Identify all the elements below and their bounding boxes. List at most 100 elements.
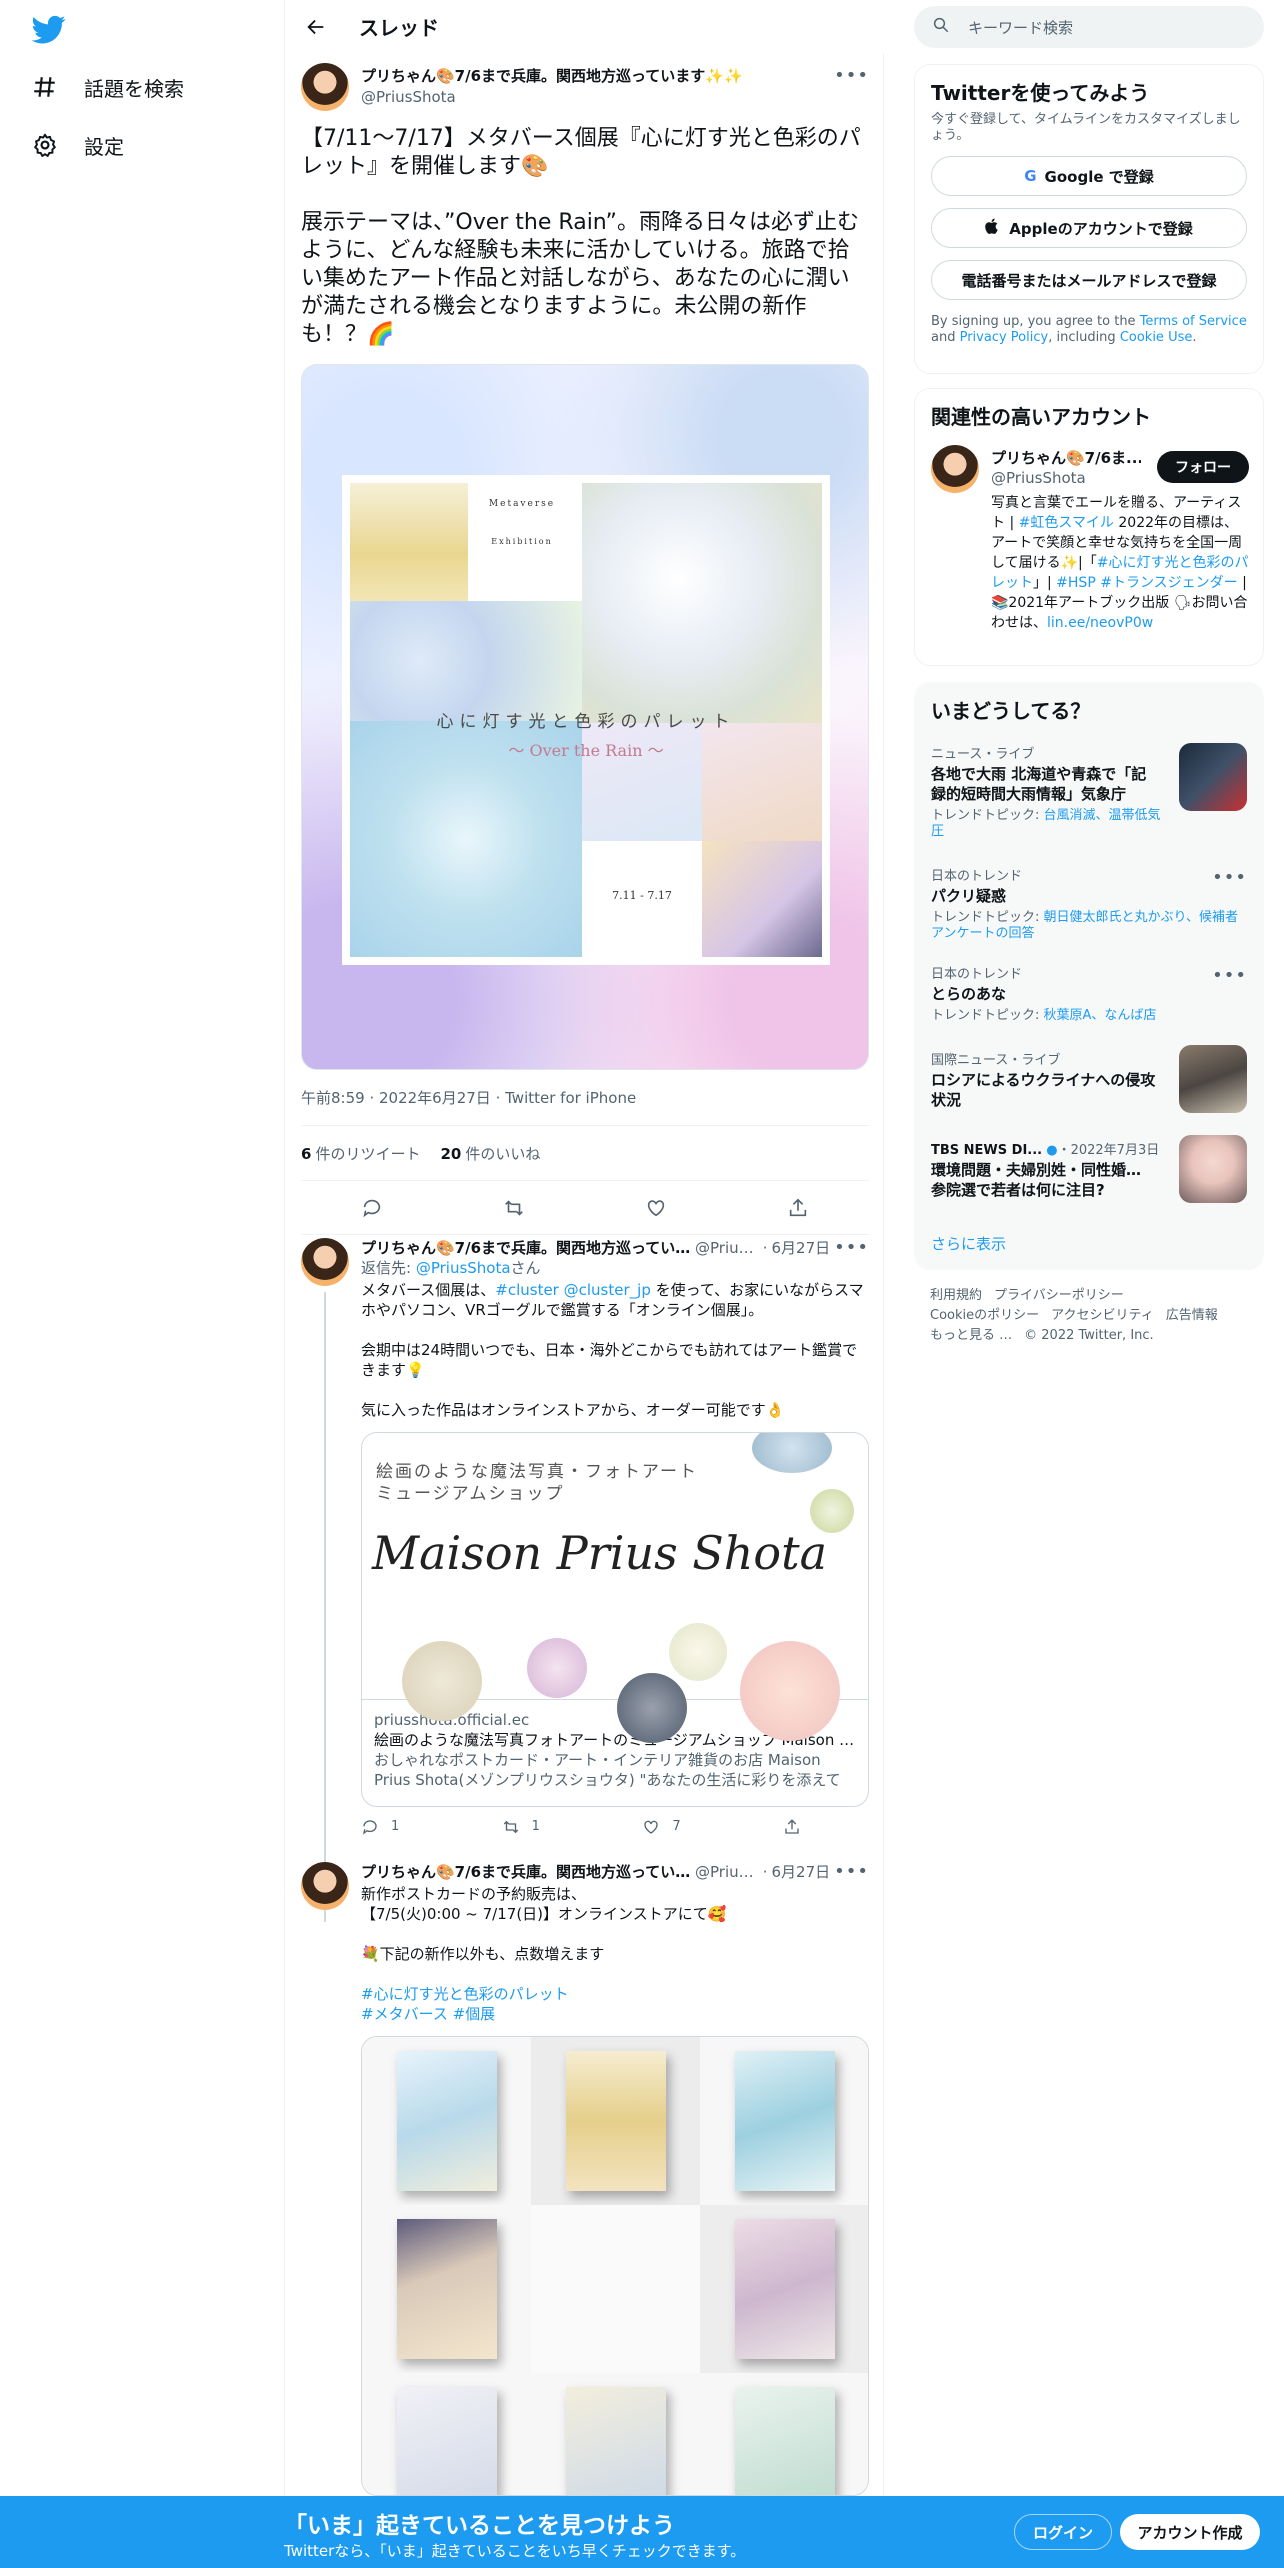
poster-meta-label-2: Exhibition bbox=[491, 537, 553, 546]
retweet-count: 1 bbox=[531, 1819, 540, 1834]
search-placeholder: キーワード検索 bbox=[968, 18, 1074, 37]
trend-context: 日本のトレンド bbox=[931, 869, 1023, 884]
cookie-link[interactable]: Cookie Use bbox=[1120, 330, 1193, 345]
author-handle[interactable]: @Prius... bbox=[695, 1238, 759, 1258]
tweet-actions: 1 1 7 bbox=[361, 1817, 801, 1837]
twitter-logo-icon[interactable] bbox=[31, 12, 66, 46]
retweets-label: 件のリツイート bbox=[315, 1144, 421, 1163]
like-count: 7 bbox=[672, 1819, 681, 1834]
card-heading: 絵画のような魔法写真・フォトアート ミュージアムショップ bbox=[376, 1462, 698, 1504]
nav-explore[interactable]: 話題を検索 bbox=[32, 62, 184, 112]
author-handle[interactable]: @Prius... bbox=[695, 1862, 759, 1882]
hashtag-link[interactable]: #トランスジェンダー bbox=[1100, 575, 1237, 591]
tweet-image[interactable]: Metaverse Exhibition 心に灯す光と色彩のパレット ～ Ove… bbox=[301, 364, 869, 1070]
postcard-image[interactable] bbox=[700, 2205, 868, 2373]
postcard-image[interactable] bbox=[362, 2205, 531, 2373]
related-accounts-panel: 関連性の高いアカウント プリちゃん🎨7/6ま... @PriusShota フォ… bbox=[914, 388, 1264, 666]
trend-item[interactable]: 日本のトレンド パクリ疑惑 トレンドトピック: 朝日健太郎氏と丸かぶり、候補者ア… bbox=[931, 865, 1249, 942]
postcard-image[interactable] bbox=[531, 2205, 700, 2373]
share-button[interactable] bbox=[783, 1817, 801, 1837]
trend-sub-link[interactable]: 秋葉原A、なんば店 bbox=[1044, 1008, 1157, 1023]
author-name[interactable]: プリちゃん🎨7/6まで兵庫。関西地方巡っています✨✨ bbox=[361, 65, 831, 86]
author-name[interactable]: プリちゃん🎨7/6まで兵庫。関西地方巡っています✨ bbox=[361, 1238, 691, 1258]
more-options-icon[interactable]: ••• bbox=[1212, 867, 1247, 888]
hashtag-link[interactable]: #cluster bbox=[495, 1281, 559, 1299]
hashtag-link[interactable]: #心に灯す光と色彩のパレット bbox=[361, 1985, 569, 2003]
footer-link[interactable]: 広告情報 bbox=[1166, 1306, 1218, 1326]
tweet-time[interactable]: 午前8:59 bbox=[301, 1089, 365, 1107]
tweet-date[interactable]: 2022年6月27日 bbox=[379, 1089, 491, 1107]
footer-link[interactable]: もっと見る … bbox=[930, 1326, 1012, 1346]
show-more-link[interactable]: さらに表示 bbox=[931, 1233, 1006, 1254]
trends-panel: いまどうしてる？ ニュース・ライブ 各地で大雨 北海道や青森で「記録的短時間大雨… bbox=[914, 682, 1264, 1270]
author-handle[interactable]: @PriusShota bbox=[361, 88, 831, 106]
avatar[interactable] bbox=[301, 1238, 349, 1286]
reply-to-handle[interactable]: @PriusShota bbox=[416, 1259, 511, 1277]
related-account-name[interactable]: プリちゃん🎨7/6ま... bbox=[991, 447, 1141, 468]
like-button[interactable]: 7 bbox=[642, 1817, 681, 1837]
tweet-date[interactable]: 6月27日 bbox=[772, 1238, 831, 1258]
reply-icon[interactable] bbox=[355, 1191, 389, 1225]
banner-headline: 「いま」起きていることを見つけよう bbox=[284, 2513, 675, 2539]
likes-label: 件のいいね bbox=[465, 1144, 541, 1163]
hashtag-link[interactable]: #個展 bbox=[453, 2005, 496, 2023]
footer-link[interactable]: 利用規約 bbox=[930, 1286, 982, 1306]
google-signup-button[interactable]: G Google で登録 bbox=[931, 156, 1247, 196]
mention-link[interactable]: @cluster_jp bbox=[564, 1281, 651, 1299]
footer-link[interactable]: Cookieのポリシー bbox=[930, 1306, 1039, 1326]
bio-link[interactable]: lin.ee/neovP0w bbox=[1047, 615, 1153, 631]
nav-settings[interactable]: 設定 bbox=[32, 120, 124, 170]
reply-to-suffix: さん bbox=[510, 1259, 541, 1277]
left-nav: 話題を検索 設定 bbox=[0, 0, 284, 2568]
retweets-stat[interactable]: 6 件のリツイート bbox=[301, 1143, 420, 1164]
back-arrow-icon[interactable] bbox=[299, 10, 333, 44]
tweet-client[interactable]: Twitter for iPhone bbox=[505, 1089, 636, 1107]
author-name[interactable]: プリちゃん🎨7/6まで兵庫。関西地方巡っています bbox=[361, 1862, 691, 1882]
avatar[interactable] bbox=[301, 1862, 349, 1910]
postcard-image[interactable] bbox=[700, 2037, 868, 2205]
link-card[interactable]: 絵画のような魔法写真・フォトアート ミュージアムショップ Maison Priu… bbox=[361, 1432, 869, 1807]
postcard-image[interactable] bbox=[531, 2373, 700, 2495]
share-icon bbox=[785, 1819, 799, 1834]
apple-icon bbox=[985, 218, 1001, 238]
postcard-image[interactable] bbox=[362, 2373, 531, 2495]
hashtag-link[interactable]: #虹色スマイル bbox=[1019, 515, 1114, 531]
avatar[interactable] bbox=[301, 63, 349, 111]
terms-text: By signing up, you agree to the Terms of… bbox=[915, 300, 1263, 346]
terms-link[interactable]: Terms of Service bbox=[1140, 314, 1247, 329]
avatar[interactable] bbox=[931, 445, 979, 493]
related-account-handle[interactable]: @PriusShota bbox=[991, 469, 1086, 487]
search-input[interactable]: キーワード検索 bbox=[914, 6, 1264, 48]
image-grid[interactable] bbox=[361, 2036, 869, 2496]
footer-link[interactable]: アクセシビリティ bbox=[1051, 1306, 1154, 1326]
terms-segment: By signing up, you agree to the bbox=[931, 314, 1140, 329]
phone-email-signup-button[interactable]: 電話番号またはメールアドレスで登録 bbox=[931, 260, 1247, 300]
likes-stat[interactable]: 20 件のいいね bbox=[440, 1143, 540, 1164]
card-script-title: Maison Prius Shota bbox=[372, 1526, 828, 1580]
postcard-image[interactable] bbox=[531, 2037, 700, 2205]
apple-signup-button[interactable]: Appleのアカウントで登録 bbox=[931, 208, 1247, 248]
postcard-image[interactable] bbox=[700, 2373, 868, 2495]
retweet-button[interactable]: 1 bbox=[502, 1817, 540, 1837]
like-icon[interactable] bbox=[639, 1191, 673, 1225]
retweet-icon[interactable] bbox=[497, 1191, 531, 1225]
trend-item[interactable]: 日本のトレンド とらのあな トレンドトピック: 秋葉原A、なんば店 bbox=[931, 963, 1249, 1024]
tweet-stats: 6 件のリツイート 20 件のいいね bbox=[301, 1125, 869, 1181]
retweets-count: 6 bbox=[301, 1144, 312, 1163]
more-options-icon[interactable]: ••• bbox=[1212, 965, 1247, 986]
more-options-icon[interactable]: ••• bbox=[834, 65, 869, 86]
tweet-date[interactable]: 6月27日 bbox=[772, 1862, 831, 1882]
hashtag-link[interactable]: #HSP bbox=[1056, 575, 1096, 591]
more-options-icon[interactable]: ••• bbox=[834, 1862, 869, 1882]
banner-subtext: Twitterなら、「いま」起きていることをいち早くチェックできます。 bbox=[284, 2542, 746, 2560]
share-icon[interactable] bbox=[781, 1191, 815, 1225]
signup-button[interactable]: アカウント作成 bbox=[1120, 2514, 1260, 2550]
privacy-link[interactable]: Privacy Policy bbox=[960, 330, 1049, 345]
follow-button[interactable]: フォロー bbox=[1157, 451, 1249, 483]
footer-link[interactable]: プライバシーポリシー bbox=[994, 1286, 1124, 1306]
login-button[interactable]: ログイン bbox=[1014, 2514, 1112, 2550]
postcard-image[interactable] bbox=[362, 2037, 531, 2205]
reply-button[interactable]: 1 bbox=[361, 1817, 399, 1837]
hashtag-link[interactable]: #メタバース bbox=[361, 2005, 448, 2023]
more-options-icon[interactable]: ••• bbox=[834, 1238, 869, 1258]
